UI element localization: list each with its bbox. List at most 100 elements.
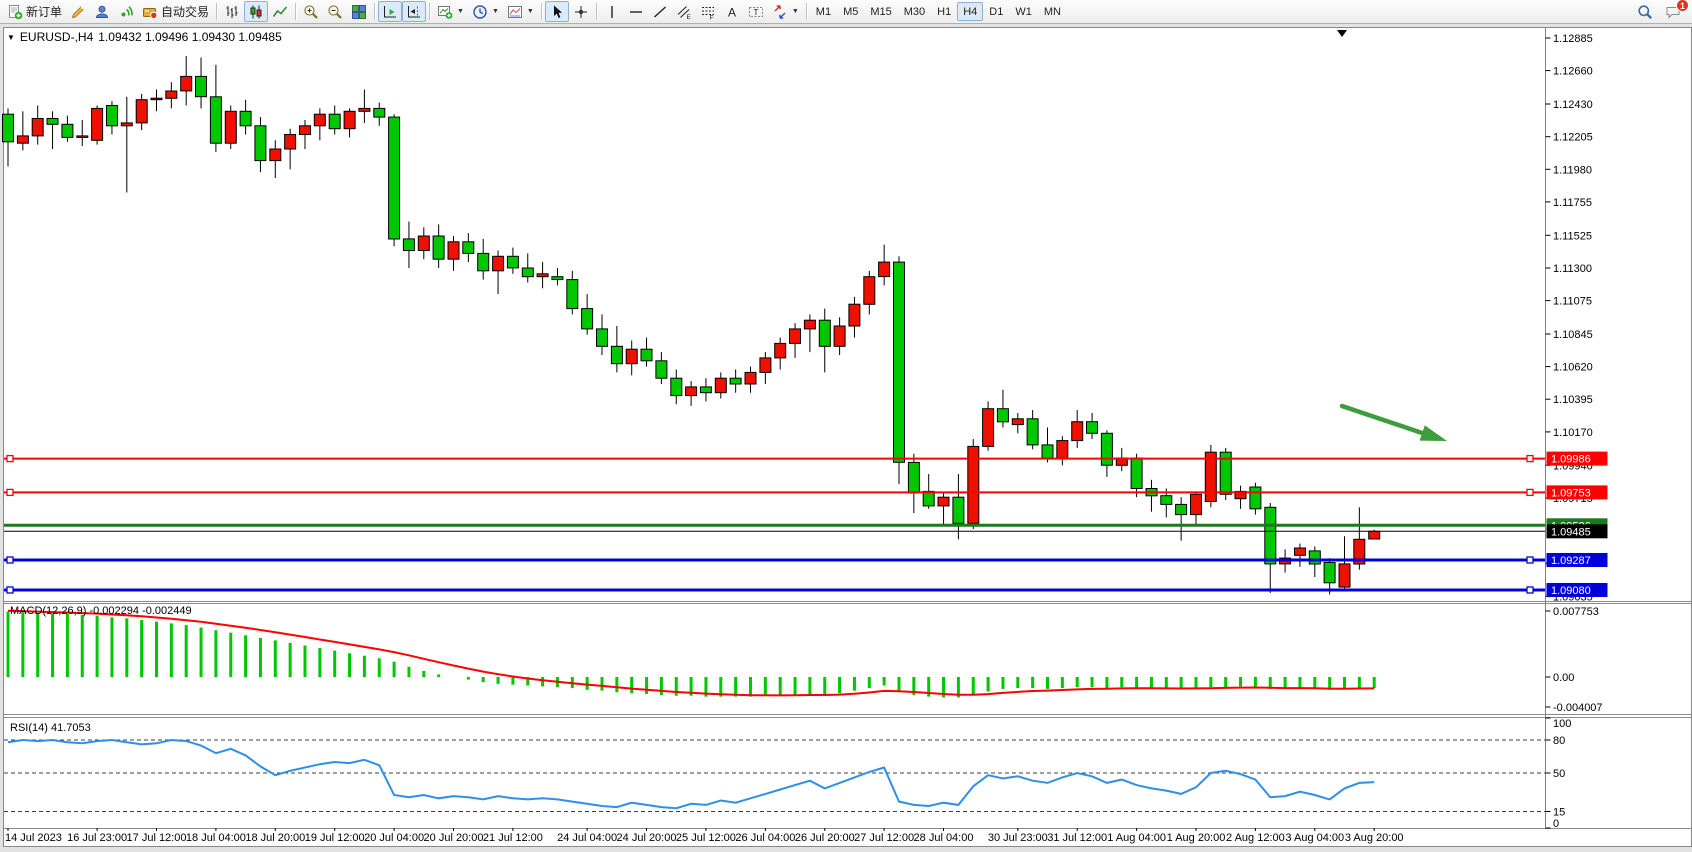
signals-button[interactable] [114,1,138,22]
time-tick-label: 20 Jul 20:00 [424,832,484,844]
timeframe-m15[interactable]: M15 [864,2,897,21]
time-tick-label: 2 Aug 12:00 [1226,832,1285,844]
auto-scroll-button[interactable] [378,1,402,22]
chat-button[interactable]: 1 [1661,1,1685,22]
candle-body [300,126,311,135]
time-tick-label: 25 Jul 12:00 [676,832,736,844]
line-handle[interactable] [1527,456,1533,462]
candle-body [1087,422,1098,434]
line-handle[interactable] [1527,557,1533,563]
timeframe-h4[interactable]: H4 [957,2,983,21]
timeframe-m5[interactable]: M5 [837,2,864,21]
time-tick-label: 1 Aug 20:00 [1167,832,1226,844]
svg-text:-0.004007: -0.004007 [1553,702,1603,714]
candle-body [626,349,637,364]
mt4-window: 新订单自动交易▼▼▼EFAT▼M1M5M15M30H1H4D1W1MN1 1.1… [0,0,1692,852]
zoom-out-icon [327,4,343,20]
toolbar-separator [806,3,807,20]
brush-icon [70,4,86,20]
line-chart-button[interactable] [268,1,292,22]
svg-text:100: 100 [1553,718,1571,730]
candle-body [700,387,711,393]
timeframe-h1[interactable]: H1 [931,2,957,21]
cursor-button[interactable] [545,1,569,22]
time-tick-label: 20 Jul 04:00 [364,832,424,844]
crosshair-icon [573,4,589,20]
hline-icon [628,4,644,20]
svg-text:T: T [753,7,758,16]
timeframe-m30[interactable]: M30 [898,2,931,21]
text-button[interactable]: A [720,1,744,22]
candle-body [47,119,58,125]
candle-body [656,361,667,378]
timeframe-h4-label: H4 [963,6,977,18]
price-tick-label: 1.10395 [1553,394,1593,406]
templates-button[interactable]: ▼ [503,1,538,22]
zoom-in-button[interactable] [299,1,323,22]
caret-down-icon: ▼ [792,8,799,15]
candle-body [225,111,236,143]
tile-windows-button[interactable] [347,1,371,22]
new-chart-button[interactable]: ▼ [433,1,468,22]
line-handle[interactable] [1527,587,1533,593]
line-handle[interactable] [7,587,13,593]
candlestick-button[interactable] [244,1,268,22]
svg-text:F: F [709,14,713,20]
periods-button[interactable]: ▼ [468,1,503,22]
new-order-button[interactable]: 新订单 [3,1,66,22]
svg-text:1.09485: 1.09485 [1551,526,1591,538]
price-tick-label: 1.12205 [1553,132,1593,144]
candle-body [775,343,786,358]
toolbar-separator [374,3,375,20]
label-button[interactable]: T [744,1,768,22]
candle-body [3,114,14,142]
crosshair-button[interactable] [569,1,593,22]
horizontal-line-button[interactable] [624,1,648,22]
timeframe-w1[interactable]: W1 [1009,2,1038,21]
vertical-line-button[interactable] [600,1,624,22]
price-tick-label: 1.10845 [1553,329,1593,341]
candle-body [270,149,281,161]
line-handle[interactable] [1527,489,1533,495]
candle-body [730,378,741,384]
svg-text:E: E [686,14,691,20]
price-tick-label: 1.10620 [1553,362,1593,374]
timeframe-d1[interactable]: D1 [983,2,1009,21]
price-tick-label: 1.12660 [1553,66,1593,78]
candle-body [1042,445,1053,458]
search-button[interactable] [1633,1,1657,22]
svg-text:1.09287: 1.09287 [1551,555,1591,567]
toolbar: 新订单自动交易▼▼▼EFAT▼M1M5M15M30H1H4D1W1MN1 [0,0,1692,24]
line-handle[interactable] [7,557,13,563]
style-brush-button[interactable] [66,1,90,22]
candle-body [463,242,474,254]
bar-chart-icon [224,4,240,20]
arrows-button[interactable]: ▼ [768,1,803,22]
community-button[interactable] [90,1,114,22]
candle-body [1339,564,1350,587]
time-tick-label: 16 Jul 23:00 [67,832,127,844]
trendline-button[interactable] [648,1,672,22]
autotrading-button[interactable]: 自动交易 [138,1,213,22]
candle-body [1191,494,1202,514]
bar-chart-button[interactable] [220,1,244,22]
candle-body [181,76,192,91]
timeframe-m5-label: M5 [843,6,858,18]
candle-body [567,280,578,309]
time-tick-label: 18 Jul 04:00 [186,832,246,844]
candle-body [92,108,103,140]
chart-shift-button[interactable] [402,1,426,22]
line-handle[interactable] [7,489,13,495]
fibonacci-button[interactable]: F [696,1,720,22]
channel-button[interactable]: E [672,1,696,22]
line-handle[interactable] [7,456,13,462]
autotrading-button-label: 自动交易 [161,3,209,20]
time-tick-label: 31 Jul 12:00 [1047,832,1107,844]
candle-body [493,256,504,271]
timeframe-mn[interactable]: MN [1038,2,1067,21]
candle-body [849,304,860,326]
timeframe-m1[interactable]: M1 [810,2,837,21]
zoom-out-button[interactable] [323,1,347,22]
candle-body [760,358,771,373]
candle-body [522,268,533,277]
